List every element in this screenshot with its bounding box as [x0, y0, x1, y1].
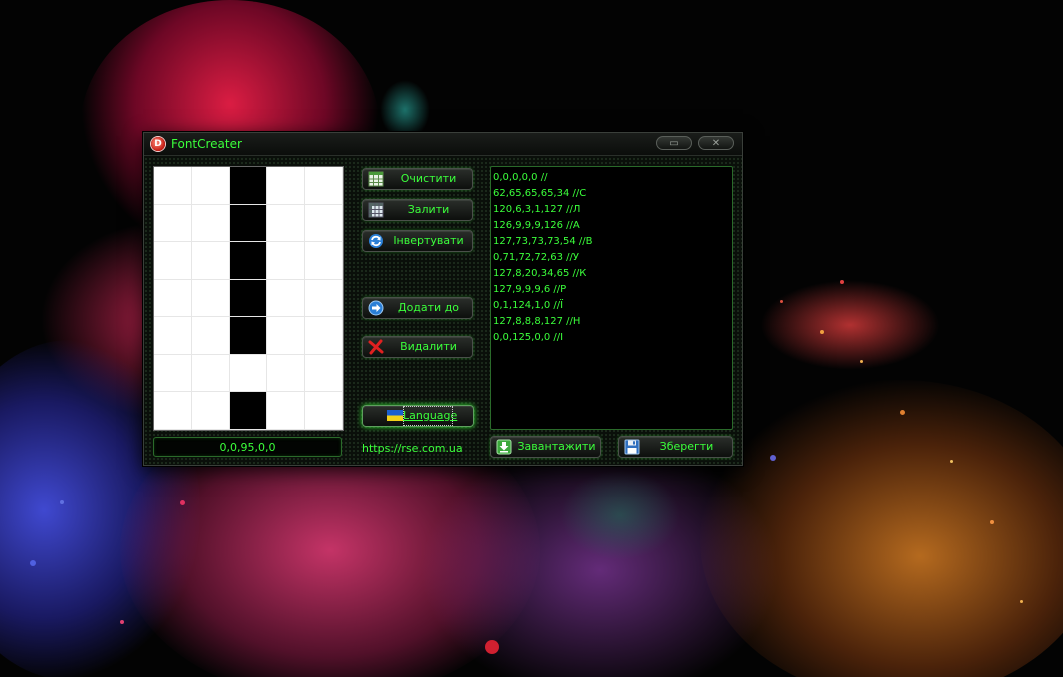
download-icon: [496, 439, 512, 455]
app-icon: D: [151, 137, 165, 151]
pixel-cell[interactable]: [305, 167, 343, 205]
save-button[interactable]: Зберегти: [618, 436, 733, 458]
invert-button[interactable]: Інвертувати: [362, 230, 473, 252]
pixel-cell[interactable]: [305, 317, 343, 355]
pixel-cell[interactable]: [154, 354, 192, 393]
pixel-cell[interactable]: [267, 204, 306, 243]
pixel-cell[interactable]: [191, 279, 230, 318]
grid-icon: [368, 202, 384, 218]
pixel-cell[interactable]: [305, 392, 343, 430]
pixel-cell[interactable]: [267, 354, 306, 393]
pixel-cell[interactable]: [267, 317, 306, 355]
delete-button[interactable]: Видалити: [362, 336, 473, 358]
pixel-cell[interactable]: [191, 317, 230, 355]
list-item[interactable]: 62,65,65,65,34 //С: [493, 186, 732, 202]
list-item[interactable]: 0,0,0,0,0 //: [493, 170, 732, 186]
add-label: Додати до: [397, 301, 460, 314]
list-item[interactable]: 0,0,125,0,0 //І: [493, 330, 732, 346]
clear-label: Очистити: [400, 172, 457, 185]
pixel-cell[interactable]: [229, 279, 268, 318]
glyph-code-list[interactable]: 0,0,0,0,0 //62,65,65,65,34 //С 120,6,3,1,…: [490, 166, 733, 430]
pixel-cell[interactable]: [267, 167, 306, 205]
pixel-cell[interactable]: [154, 242, 192, 280]
list-item[interactable]: 127,73,73,73,54 //В: [493, 234, 732, 250]
arrow-right-icon: [368, 300, 384, 316]
ukraine-flag-icon: [387, 410, 403, 421]
title-bar[interactable]: D FontCreater ▭ ✕: [144, 133, 742, 156]
pixel-cell[interactable]: [305, 242, 343, 280]
add-button[interactable]: Додати до: [362, 297, 473, 319]
app-window: D FontCreater ▭ ✕ 0,0,95,0,0 Очистити За…: [143, 132, 743, 466]
list-item[interactable]: 126,9,9,9,126 //А: [493, 218, 732, 234]
refresh-icon: [369, 234, 383, 248]
pixel-cell[interactable]: [229, 392, 268, 430]
pixel-cell[interactable]: [229, 167, 268, 205]
list-item[interactable]: 0,1,124,1,0 //Ї: [493, 298, 732, 314]
pixel-cell[interactable]: [154, 167, 192, 205]
pixel-grid[interactable]: [153, 166, 344, 431]
pixel-cell[interactable]: [191, 354, 230, 393]
pixel-cell[interactable]: [154, 279, 192, 318]
delete-label: Видалити: [400, 340, 457, 353]
list-item[interactable]: 127,9,9,9,6 //Р: [493, 282, 732, 298]
delete-x-icon: [368, 339, 384, 355]
pixel-cell[interactable]: [229, 204, 268, 243]
window-title: FontCreater: [171, 137, 242, 151]
pixel-cell[interactable]: [154, 317, 192, 355]
language-button[interactable]: Language: [362, 405, 474, 427]
glyph-code-field[interactable]: 0,0,95,0,0: [153, 437, 342, 457]
pixel-cell[interactable]: [305, 204, 343, 243]
close-button[interactable]: ✕: [698, 136, 734, 150]
pixel-cell[interactable]: [229, 317, 268, 355]
language-label: Language: [403, 406, 457, 426]
save-label: Зберегти: [659, 440, 714, 453]
pixel-cell[interactable]: [305, 354, 343, 393]
pixel-cell[interactable]: [191, 167, 230, 205]
pixel-cell[interactable]: [191, 242, 230, 280]
minimize-button[interactable]: ▭: [656, 136, 692, 150]
pixel-cell[interactable]: [267, 242, 306, 280]
floppy-disk-icon: [624, 439, 640, 455]
list-item[interactable]: 127,8,20,34,65 //К: [493, 266, 732, 282]
pixel-cell[interactable]: [191, 392, 230, 430]
pixel-cell[interactable]: [229, 242, 268, 280]
invert-label: Інвертувати: [393, 234, 464, 247]
load-button[interactable]: Завантажити: [490, 436, 601, 458]
list-item[interactable]: 0,71,72,72,63 //У: [493, 250, 732, 266]
fill-button[interactable]: Залити: [362, 199, 473, 221]
clear-button[interactable]: Очистити: [362, 168, 473, 190]
website-link[interactable]: https://rse.com.ua: [362, 442, 463, 455]
pixel-cell[interactable]: [154, 204, 192, 243]
list-item[interactable]: 127,8,8,8,127 //Н: [493, 314, 732, 330]
pixel-cell[interactable]: [305, 279, 343, 318]
pixel-cell[interactable]: [267, 392, 306, 430]
pixel-cell[interactable]: [229, 354, 268, 393]
pixel-cell[interactable]: [267, 279, 306, 318]
pixel-cell[interactable]: [191, 204, 230, 243]
pixel-cell[interactable]: [154, 392, 192, 430]
list-item[interactable]: 120,6,3,1,127 //Л: [493, 202, 732, 218]
fill-label: Залити: [407, 203, 450, 216]
load-label: Завантажити: [517, 440, 596, 453]
table-icon: [368, 171, 384, 187]
